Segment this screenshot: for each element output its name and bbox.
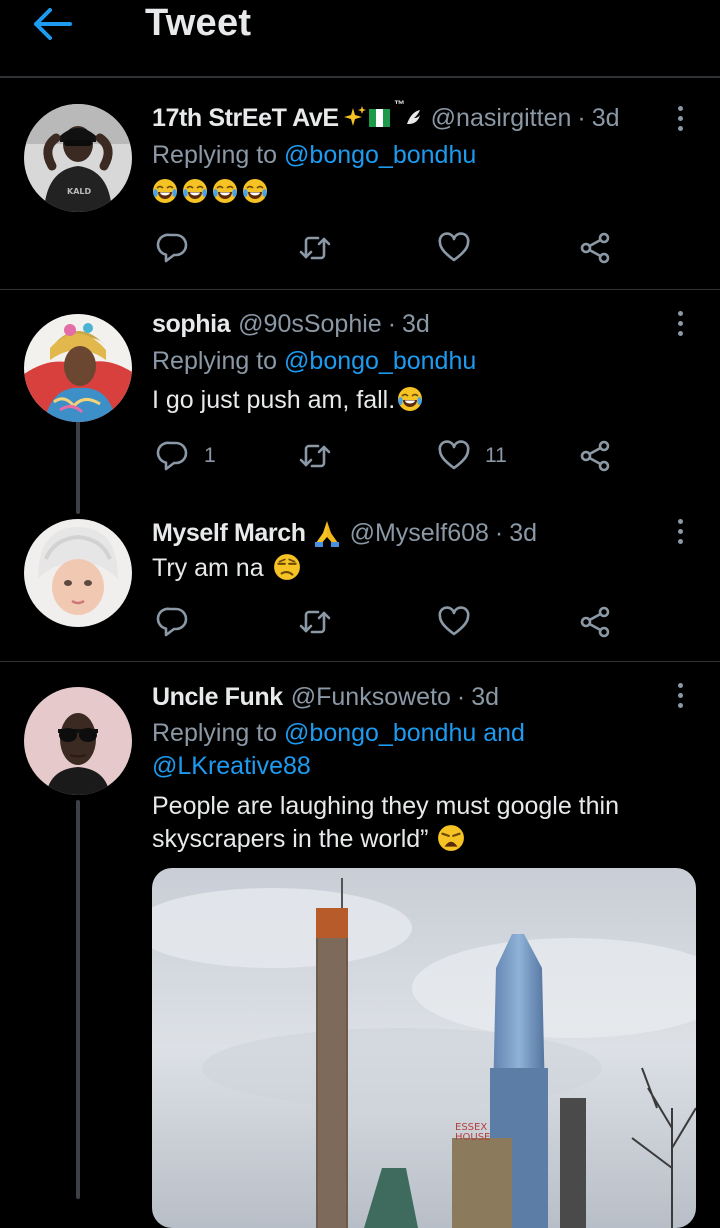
- tweet-text: People are laughing they must google thi…: [152, 790, 650, 856]
- avatar[interactable]: KALD: [24, 104, 132, 212]
- replying-to: Replying to @bongo_bondhu: [152, 345, 476, 378]
- mention-link[interactable]: @bongo_bondhu: [284, 141, 476, 169]
- laughing-emoji-icon: [182, 178, 208, 204]
- tweet-text: I go just push am, fall.: [152, 384, 650, 417]
- more-options-icon[interactable]: [670, 514, 690, 548]
- share-button[interactable]: [578, 228, 612, 268]
- share-button[interactable]: [578, 436, 612, 476]
- replying-to-label: Replying to: [152, 719, 278, 747]
- laughing-emoji-icon: [397, 386, 423, 412]
- separator: ·: [494, 518, 504, 547]
- share-icon: [578, 605, 612, 639]
- retweet-button[interactable]: [298, 436, 332, 476]
- reply-button[interactable]: 1: [156, 436, 216, 476]
- retweet-icon: [298, 439, 332, 473]
- avatar[interactable]: [24, 687, 132, 795]
- unamused-face-emoji-icon: [273, 554, 300, 580]
- separator: ·: [577, 103, 586, 132]
- tweet-actions: 1 11: [0, 436, 720, 476]
- share-icon: [578, 439, 612, 473]
- display-name[interactable]: sophia: [152, 310, 231, 339]
- divider: [0, 661, 720, 662]
- reply-button[interactable]: [156, 602, 190, 642]
- divider: [0, 289, 720, 290]
- tweet-header: sophia @90sSophie · 3d: [152, 307, 650, 341]
- display-name[interactable]: Myself March: [152, 519, 306, 548]
- user-handle[interactable]: @Myself608: [350, 519, 489, 548]
- thread-line: [76, 800, 80, 1199]
- avatar[interactable]: [24, 314, 132, 422]
- heart-icon: [437, 439, 471, 473]
- heart-icon: [437, 231, 471, 265]
- tweet-text: [152, 176, 650, 209]
- reply-icon: [156, 439, 190, 473]
- more-options-icon[interactable]: [670, 101, 690, 135]
- laughing-emoji-icon: [242, 178, 268, 204]
- laughing-emoji-icon: [152, 178, 178, 204]
- retweet-icon: [298, 605, 332, 639]
- tweet-header: Myself March @Myself608 · 3d: [152, 516, 650, 550]
- mention-link[interactable]: @bongo_bondhu: [284, 347, 476, 375]
- like-button[interactable]: [437, 228, 471, 268]
- trademark-symbol: ™: [394, 99, 405, 111]
- name-emoji-icons: [343, 106, 420, 127]
- tweet-header: Uncle Funk @Funksoweto · 3d: [152, 680, 650, 714]
- timestamp[interactable]: 3d: [471, 683, 499, 712]
- folded-hands-emoji-icon: [314, 521, 339, 547]
- separator: ·: [456, 682, 466, 711]
- mention-link[interactable]: @LKreative88: [152, 752, 311, 780]
- laughing-emoji-icon: [212, 178, 238, 204]
- tweet-body: I go just push am, fall.: [152, 386, 396, 414]
- user-handle[interactable]: @90sSophie: [238, 310, 382, 339]
- tweet-body: Try am na: [152, 554, 264, 582]
- tweet-actions: [0, 602, 720, 642]
- tweet-item[interactable]: KALD 17th StrEeT AvE ™ @nasirgitten · 3d…: [0, 0, 720, 290]
- reply-icon: [156, 605, 190, 639]
- timestamp[interactable]: 3d: [592, 104, 620, 133]
- timestamp[interactable]: 3d: [402, 310, 430, 339]
- heart-icon: [437, 605, 471, 639]
- tweet-body-line: People are laughing they must google thi…: [152, 792, 619, 820]
- replying-to: Replying to @bongo_bondhu: [152, 139, 476, 172]
- retweet-button[interactable]: [298, 602, 332, 642]
- display-name[interactable]: 17th StrEeT AvE: [152, 104, 339, 133]
- like-button[interactable]: 11: [437, 436, 507, 476]
- svg-text:KALD: KALD: [67, 187, 91, 196]
- replying-to-label: Replying to: [152, 347, 278, 375]
- share-icon: [578, 231, 612, 265]
- tweet-actions: [0, 228, 720, 268]
- retweet-button[interactable]: [298, 228, 332, 268]
- retweet-icon: [298, 231, 332, 265]
- replying-to: Replying to @bongo_bondhu and @LKreative…: [152, 717, 525, 783]
- reply-icon: [156, 231, 190, 265]
- tweet-body-line: skyscrapers in the world”: [152, 825, 429, 853]
- more-options-icon[interactable]: [670, 306, 690, 340]
- tweet-header: 17th StrEeT AvE ™ @nasirgitten · 3d: [152, 99, 650, 135]
- user-handle[interactable]: @nasirgitten: [431, 104, 572, 133]
- like-button[interactable]: [437, 602, 471, 642]
- separator: ·: [387, 309, 397, 338]
- user-handle[interactable]: @Funksoweto: [291, 683, 451, 712]
- weary-face-emoji-icon: [438, 825, 465, 851]
- more-options-icon[interactable]: [670, 678, 690, 712]
- tweet-text: Try am na: [152, 552, 650, 585]
- display-name[interactable]: Uncle Funk: [152, 683, 283, 712]
- timestamp[interactable]: 3d: [509, 519, 537, 548]
- reply-button[interactable]: [156, 228, 190, 268]
- replying-to-label: Replying to: [152, 141, 278, 169]
- share-button[interactable]: [578, 602, 612, 642]
- tweet-image[interactable]: ESSEX HOUSE: [152, 868, 696, 1228]
- like-count: 11: [485, 444, 507, 467]
- essex-sign-line: HOUSE: [455, 1132, 490, 1143]
- reply-count: 1: [204, 444, 216, 467]
- mention-link[interactable]: @bongo_bondhu and: [284, 719, 525, 747]
